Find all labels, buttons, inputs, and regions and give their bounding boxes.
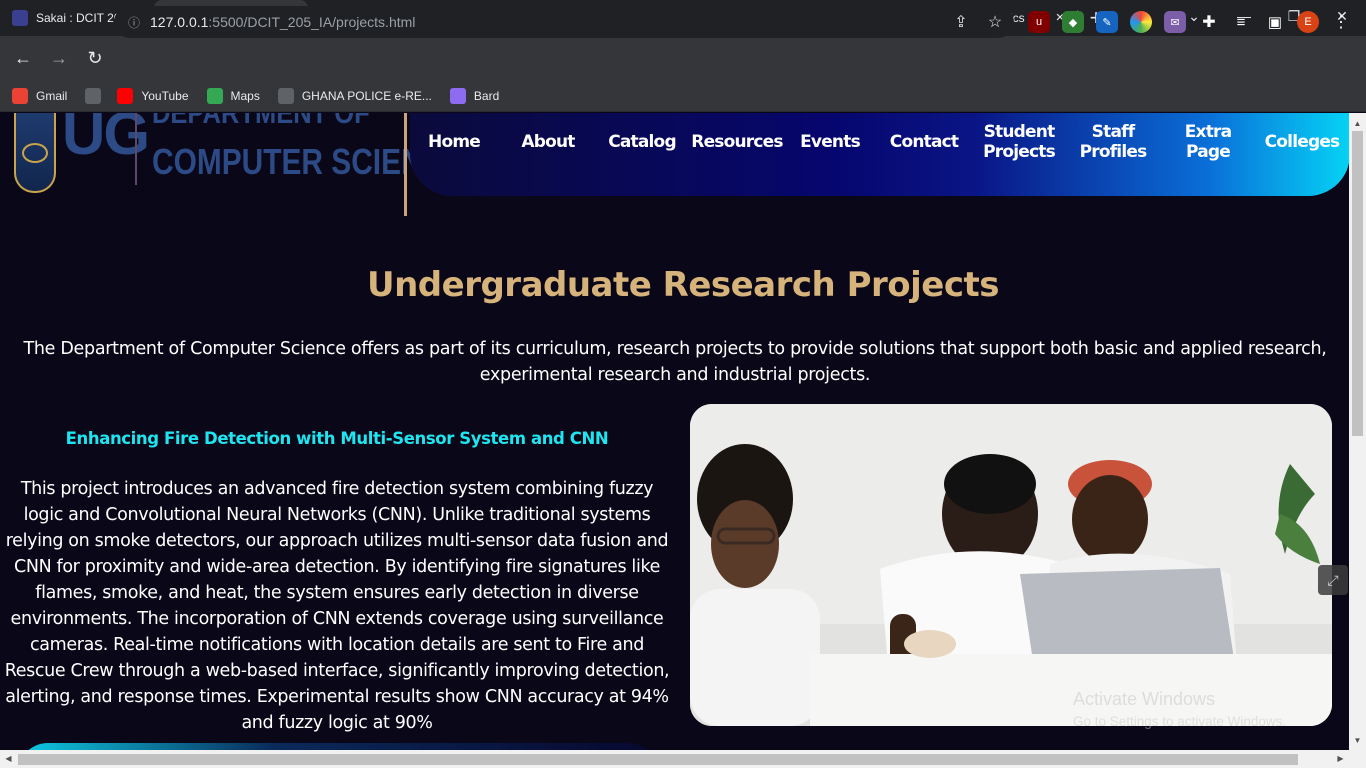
vertical-scrollbar[interactable]: ▲ ▼ [1349, 113, 1366, 750]
scroll-right-arrow-icon[interactable]: ▶ [1332, 750, 1349, 768]
header-divider [404, 113, 407, 216]
youtube-icon [117, 87, 134, 104]
bard-icon [449, 87, 466, 104]
pen-extension-icon[interactable]: ✎ [1096, 11, 1118, 33]
nav-catalog[interactable]: Catalog [602, 113, 682, 171]
profile-avatar[interactable]: E [1297, 11, 1319, 33]
site-info-icon[interactable]: ⓘ [128, 14, 140, 31]
nav-staff-profiles[interactable]: Staff Profiles [1074, 113, 1152, 171]
bookmark-item[interactable]: Maps [206, 87, 260, 104]
color-picker-icon[interactable] [1130, 11, 1152, 33]
sakai-icon [12, 10, 28, 26]
scroll-down-arrow-icon[interactable]: ▼ [1349, 732, 1366, 749]
bookmark-label: YouTube [141, 88, 189, 103]
bookmark-label: Gmail [36, 88, 68, 103]
media-control-icon[interactable]: ≡ [1230, 11, 1252, 33]
nav-home[interactable]: Home [414, 113, 494, 171]
browser-toolbar: ← → ↻ [0, 36, 1366, 80]
nav-about[interactable]: About [508, 113, 588, 171]
back-button[interactable]: ← [6, 41, 40, 75]
project-description: This project introduces an advanced fire… [4, 479, 670, 733]
nav-student-projects[interactable]: Student Projects [978, 113, 1060, 171]
extensions-puzzle-icon[interactable]: ✚ [1198, 11, 1220, 33]
nav-contact[interactable]: Contact [884, 113, 964, 171]
logo-line-1: DEPARTMENT OF [152, 113, 370, 130]
bookmark-label: Bard [473, 88, 500, 103]
bookmark-item[interactable] [85, 87, 109, 104]
main-nav: Home About Catalog Resources Events Cont… [410, 113, 1350, 196]
bookmarks-bar: Gmail YouTube Maps GHANA POLICE e-RE... Bard [0, 80, 1366, 112]
share-icon[interactable]: ⇪ [946, 6, 976, 38]
globe-icon [85, 87, 102, 104]
address-bar[interactable]: ⓘ 127.0.0.1:5500/DCIT_205_IA/projects.ht… [114, 6, 1014, 38]
bookmark-item[interactable]: YouTube [117, 87, 189, 104]
nav-colleges[interactable]: Colleges [1262, 113, 1342, 171]
nav-resources[interactable]: Resources [691, 113, 783, 171]
bookmark-item[interactable]: Bard [449, 87, 500, 104]
extension-icon[interactable]: ◆ [1062, 11, 1084, 33]
bookmark-label: GHANA POLICE e-RE... [301, 88, 432, 103]
bookmark-label: Maps [230, 88, 260, 103]
side-panel-icon[interactable]: ▣ [1264, 11, 1286, 33]
gmail-icon [12, 87, 28, 104]
project-title: Enhancing Fire Detection with Multi-Sens… [65, 429, 609, 448]
bookmark-item[interactable]: GHANA POLICE e-RE... [277, 87, 432, 104]
department-logo[interactable]: UG DEPARTMENT OF COMPUTER SCIENCE [0, 113, 464, 218]
logo-divider [135, 113, 137, 185]
windows-activation-subtitle: Go to Settings to activate Windows. [1073, 714, 1287, 729]
url-path: :5500/DCIT_205_IA/projects.html [208, 14, 416, 30]
ublock-icon[interactable]: u [1028, 11, 1050, 33]
maps-icon [206, 87, 223, 104]
windows-activation-title: Activate Windows [1073, 689, 1216, 709]
forward-button[interactable]: → [42, 41, 76, 75]
bookmark-star-icon[interactable]: ☆ [980, 6, 1010, 38]
floating-widget-icon[interactable]: ⤢ [1318, 565, 1348, 595]
url-host: 127.0.0.1 [150, 14, 209, 30]
horizontal-scrollbar[interactable]: ◀ ▶ [0, 750, 1366, 768]
vertical-scroll-thumb[interactable] [1352, 131, 1363, 436]
page-title: Undergraduate Research Projects [366, 265, 1000, 305]
university-crest-icon [14, 113, 56, 193]
nav-events[interactable]: Events [790, 113, 870, 171]
students-at-laptop-illustration [690, 404, 1332, 726]
bookmark-item[interactable]: Gmail [12, 87, 68, 104]
project-photo [690, 404, 1332, 726]
intro-paragraph: The Department of Computer Science offer… [23, 339, 1327, 385]
horizontal-scroll-thumb[interactable] [18, 754, 1298, 765]
browser-menu-icon[interactable]: ⋮ [1330, 11, 1352, 33]
reload-button[interactable]: ↻ [78, 41, 112, 75]
page-viewport: UG DEPARTMENT OF COMPUTER SCIENCE Home A… [0, 113, 1366, 768]
scroll-left-arrow-icon[interactable]: ◀ [0, 750, 17, 768]
globe-icon [277, 87, 294, 104]
scroll-up-arrow-icon[interactable]: ▲ [1349, 115, 1366, 132]
nav-extra-page[interactable]: Extra Page [1162, 113, 1254, 171]
mail-extension-icon[interactable]: ✉ [1164, 11, 1186, 33]
